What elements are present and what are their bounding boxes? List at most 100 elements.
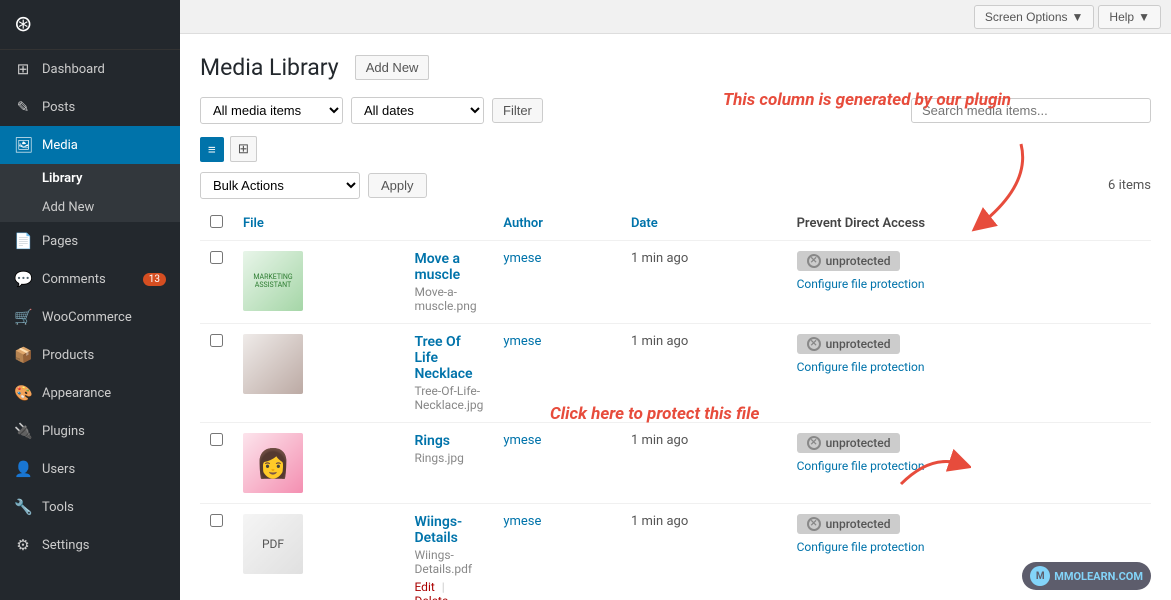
configure-file-protection-link[interactable]: Configure file protection (797, 360, 1141, 374)
list-view-button[interactable]: ≡ (200, 137, 224, 162)
sidebar-item-label: Posts (42, 100, 75, 115)
sidebar-item-label: Plugins (42, 424, 85, 439)
sidebar-item-settings[interactable]: ⚙ Settings (0, 526, 180, 564)
watermark: M MMOLEARN.COM (1022, 562, 1151, 590)
table-row: PDF Wiings-Details Wiings-Details.pdf Ed… (200, 504, 1151, 600)
comments-icon: 💬 (14, 270, 32, 288)
configure-file-protection-link[interactable]: Configure file protection (797, 277, 1141, 291)
media-filter-select[interactable]: All media items Images Audio Video (200, 97, 343, 124)
row-checkbox-cell (200, 504, 233, 600)
file-thumbnail: PDF (243, 514, 303, 574)
sep1: | (442, 580, 445, 594)
sidebar-item-label: WooCommerce (42, 310, 132, 325)
col-header-date: Date (621, 207, 787, 241)
row-checkbox-cell (200, 324, 233, 423)
sidebar-item-comments[interactable]: 💬 Comments 13 (0, 260, 180, 298)
main-area: Screen Options ▼ Help ▼ This column is g… (180, 0, 1171, 600)
row-checkbox[interactable] (210, 433, 223, 446)
file-name-link[interactable]: Tree Of Life Necklace (414, 334, 472, 382)
sidebar-item-woocommerce[interactable]: 🛒 WooCommerce (0, 298, 180, 336)
add-new-button[interactable]: Add New (355, 55, 430, 80)
file-name-link[interactable]: Move a muscle (414, 251, 460, 283)
file-name-link[interactable]: Wiings-Details (414, 514, 462, 546)
sidebar-item-users[interactable]: 👤 Users (0, 450, 180, 488)
help-chevron-icon: ▼ (1138, 10, 1150, 24)
row-checkbox[interactable] (210, 334, 223, 347)
sidebar-item-label: Appearance (42, 386, 111, 401)
row-checkbox-cell (200, 423, 233, 504)
table-row: 👩 Rings Rings.jpg ymese 1 min ago ✕ unpr… (200, 423, 1151, 504)
file-thumbnail: 👩 (243, 433, 303, 493)
author-link[interactable]: ymese (503, 433, 541, 448)
apply-button[interactable]: Apply (368, 173, 427, 198)
search-area (911, 98, 1151, 123)
badge-icon: ✕ (807, 254, 821, 268)
sidebar-item-pages[interactable]: 📄 Pages (0, 222, 180, 260)
col-header-author: Author (493, 207, 621, 241)
bulk-actions-bar: Bulk Actions Apply 6 items (200, 172, 1151, 199)
configure-file-protection-link[interactable]: Configure file protection (797, 459, 1141, 473)
sidebar-logo: ⊛ (0, 0, 180, 50)
row-checkbox[interactable] (210, 251, 223, 264)
screen-options-button[interactable]: Screen Options ▼ (974, 5, 1095, 29)
sidebar-item-plugins[interactable]: 🔌 Plugins (0, 412, 180, 450)
author-link[interactable]: ymese (503, 251, 541, 266)
row-author-cell: ymese (493, 504, 621, 600)
screen-options-label: Screen Options (985, 10, 1068, 24)
appearance-icon: 🎨 (14, 384, 32, 402)
date-filter-select[interactable]: All dates January 2024 (351, 97, 484, 124)
sidebar-sub-add-new[interactable]: Add New (0, 193, 180, 222)
row-author-cell: ymese (493, 423, 621, 504)
sidebar-item-label: Settings (42, 538, 89, 553)
dashboard-icon: ⊞ (14, 60, 32, 78)
file-thumbnail (243, 334, 303, 394)
sidebar-item-media[interactable]: 🖼 Media (0, 126, 180, 164)
col-header-pda: Prevent Direct Access (787, 207, 1151, 241)
badge-icon: ✕ (807, 436, 821, 450)
grid-view-button[interactable]: ⊞ (230, 136, 257, 162)
row-author-cell: ymese (493, 241, 621, 324)
delete-link[interactable]: Delete Permanently (414, 594, 481, 600)
filter-button[interactable]: Filter (492, 98, 543, 123)
file-name-link[interactable]: Rings (414, 433, 450, 449)
sidebar-item-appearance[interactable]: 🎨 Appearance (0, 374, 180, 412)
row-date-cell: 1 min ago (621, 241, 787, 324)
edit-link[interactable]: Edit (414, 580, 434, 594)
sidebar-item-products[interactable]: 📦 Products (0, 336, 180, 374)
row-thumb-cell (233, 324, 404, 423)
file-filename: Move-a-muscle.png (414, 285, 483, 313)
page-header: Media Library Add New (200, 54, 1151, 81)
sidebar-item-tools[interactable]: 🔧 Tools (0, 488, 180, 526)
wp-logo-icon: ⊛ (14, 12, 32, 37)
sidebar-item-label: Products (42, 348, 94, 363)
row-pda-cell: ✕ unprotected Configure file protection (787, 241, 1151, 324)
sidebar-sub-library[interactable]: Library (0, 164, 180, 193)
select-all-checkbox[interactable] (210, 215, 223, 228)
row-checkbox-cell (200, 241, 233, 324)
unprotected-badge: ✕ unprotected (797, 334, 901, 354)
sidebar: ⊛ ⊞ Dashboard ✎ Posts 🖼 Media Library Ad… (0, 0, 180, 600)
help-label: Help (1109, 10, 1134, 24)
file-actions: Edit | Delete Permanently | View (414, 580, 483, 600)
row-file-cell: Tree Of Life Necklace Tree-Of-Life-Neckl… (404, 324, 493, 423)
row-checkbox[interactable] (210, 514, 223, 527)
row-thumb-cell: MARKETING ASSISTANT (233, 241, 404, 324)
sidebar-item-dashboard[interactable]: ⊞ Dashboard (0, 50, 180, 88)
search-input[interactable] (911, 98, 1151, 123)
page-title: Media Library (200, 54, 339, 81)
table-row: Tree Of Life Necklace Tree-Of-Life-Neckl… (200, 324, 1151, 423)
topbar: Screen Options ▼ Help ▼ (180, 0, 1171, 34)
row-file-cell: Wiings-Details Wiings-Details.pdf Edit |… (404, 504, 493, 600)
screen-options-chevron-icon: ▼ (1072, 10, 1084, 24)
help-button[interactable]: Help ▼ (1098, 5, 1161, 29)
bulk-actions-select[interactable]: Bulk Actions (200, 172, 360, 199)
unprotected-badge: ✕ unprotected (797, 433, 901, 453)
author-link[interactable]: ymese (503, 334, 541, 349)
content-area: This column is generated by our plugin M… (180, 34, 1171, 600)
sidebar-item-posts[interactable]: ✎ Posts (0, 88, 180, 126)
pages-icon: 📄 (14, 232, 32, 250)
sidebar-item-label: Comments (42, 272, 106, 287)
row-file-cell: Rings Rings.jpg (404, 423, 493, 504)
configure-file-protection-link[interactable]: Configure file protection (797, 540, 1141, 554)
author-link[interactable]: ymese (503, 514, 541, 529)
